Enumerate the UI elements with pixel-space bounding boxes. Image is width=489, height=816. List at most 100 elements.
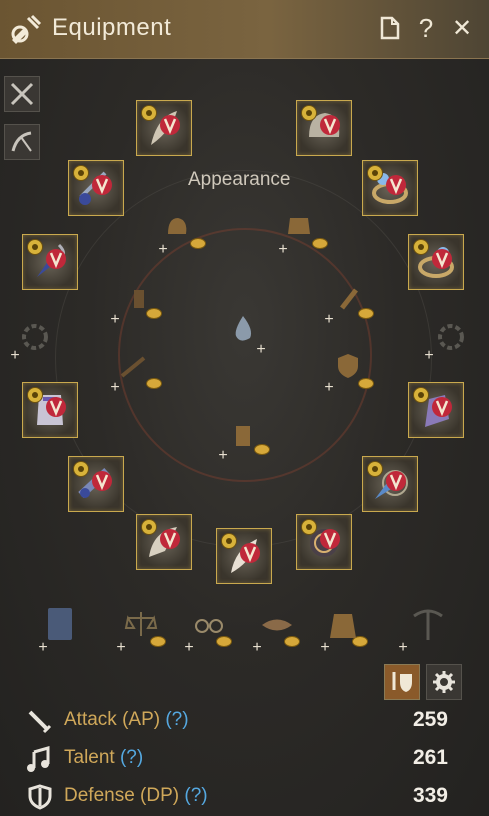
close-icon[interactable]: ✕ [448, 14, 476, 42]
sword-icon [28, 710, 52, 734]
equip-slot-gloves[interactable] [408, 382, 464, 438]
add-slot-plus[interactable]: + [108, 380, 122, 396]
add-slot-plus[interactable]: + [254, 342, 268, 358]
equip-slot-shoes[interactable] [296, 514, 352, 570]
outfit-icon[interactable] [328, 608, 358, 642]
crossed-swords-button[interactable] [4, 76, 40, 112]
v-badge [386, 175, 406, 195]
enhance-gem-icon [73, 461, 89, 477]
equip-slot-belt[interactable] [68, 456, 124, 512]
appearance-gloves-icon[interactable] [128, 286, 150, 312]
v-badge [386, 471, 406, 491]
music-note-icon [27, 746, 50, 772]
add-slot-plus[interactable]: + [108, 312, 122, 328]
book-icon[interactable] [44, 604, 76, 644]
coin-icon [146, 378, 162, 389]
v-badge [240, 543, 260, 563]
lips-icon[interactable] [260, 614, 294, 636]
v-badge [160, 529, 180, 549]
enhance-gem-icon [27, 239, 43, 255]
stat-value-attack: 259 [412, 708, 448, 731]
scale-icon[interactable] [124, 608, 158, 640]
coin-icon [146, 308, 162, 319]
v-badge [320, 529, 340, 549]
equip-slot-helmet[interactable] [296, 100, 352, 156]
coin-icon [190, 238, 206, 249]
appearance-body-icon[interactable] [230, 422, 256, 448]
gear-preset-button[interactable] [384, 664, 420, 700]
add-slot-plus[interactable]: + [114, 640, 128, 656]
enhance-gem-icon [141, 519, 157, 535]
v-badge [432, 397, 452, 417]
coin-icon [358, 308, 374, 319]
appearance-weapon-icon[interactable] [338, 286, 360, 312]
coin-icon [358, 378, 374, 389]
equip-slot-necklace[interactable] [68, 160, 124, 216]
appearance-shield-icon[interactable] [336, 352, 360, 380]
add-slot-plus[interactable]: + [322, 380, 336, 396]
appearance-armor-icon[interactable] [286, 214, 312, 238]
stat-row-talent: Talent (?) 261 [24, 742, 464, 776]
enhance-gem-icon [301, 519, 317, 535]
equip-slot-awakening-weapon[interactable] [216, 528, 272, 584]
stat-row-defense: Defense (DP) (?) 339 [24, 780, 464, 814]
alchemy-stone-slot-icon[interactable] [20, 322, 50, 352]
page-icon[interactable] [376, 14, 404, 42]
equip-slot-ring-far-right[interactable] [408, 234, 464, 290]
enhance-gem-icon [413, 387, 429, 403]
help-link[interactable]: (?) [184, 785, 207, 806]
equip-slot-sub-weapon[interactable] [136, 514, 192, 570]
stats-panel: Attack (AP) (?) 259 Talent (?) 261 Defen… [0, 700, 489, 816]
pickaxe-tool-icon[interactable] [410, 606, 446, 642]
v-badge [432, 249, 452, 269]
v-badge [46, 397, 66, 417]
coin-icon [284, 636, 300, 647]
help-icon[interactable]: ? [412, 13, 440, 43]
enhance-gem-icon [367, 461, 383, 477]
appearance-helmet-icon[interactable] [164, 214, 190, 240]
add-slot-plus[interactable]: + [156, 242, 170, 258]
window-title: Equipment [52, 14, 172, 41]
add-slot-plus[interactable]: + [396, 640, 410, 656]
add-slot-plus[interactable]: + [322, 312, 336, 328]
help-link[interactable]: (?) [165, 709, 188, 730]
appearance-sword-icon[interactable] [118, 354, 148, 380]
v-badge [320, 115, 340, 135]
v-badge [92, 175, 112, 195]
gear-icon [433, 671, 455, 693]
stat-label-attack: Attack (AP) (?) [64, 709, 189, 730]
add-slot-plus[interactable]: + [250, 640, 264, 656]
equip-slot-armor[interactable] [22, 382, 78, 438]
enhance-gem-icon [73, 165, 89, 181]
stat-row-attack: Attack (AP) (?) 259 [24, 704, 464, 738]
coin-icon [312, 238, 328, 249]
pickaxe-icon [11, 131, 32, 152]
handcuffs-icon[interactable] [194, 614, 224, 636]
equip-slot-main-weapon[interactable] [136, 100, 192, 156]
stat-label-defense: Defense (DP) (?) [64, 785, 208, 806]
help-link[interactable]: (?) [120, 747, 143, 768]
title-bar[interactable]: Equipment ? ✕ [0, 0, 489, 59]
shield-icon [28, 784, 52, 810]
equip-slot-ring-right[interactable] [362, 160, 418, 216]
pickaxe-button[interactable] [4, 124, 40, 160]
equipment-title-icon [11, 14, 42, 44]
add-slot-plus[interactable]: + [318, 640, 332, 656]
stat-label-talent: Talent (?) [64, 747, 144, 768]
coin-icon [254, 444, 270, 455]
add-slot-plus[interactable]: + [216, 448, 230, 464]
add-slot-plus[interactable]: + [182, 640, 196, 656]
add-slot-plus[interactable]: + [422, 348, 436, 364]
add-slot-plus[interactable]: + [276, 242, 290, 258]
settings-button[interactable] [426, 664, 462, 700]
crossed-swords-icon [10, 82, 34, 106]
coin-icon [216, 636, 232, 647]
appearance-label: Appearance [188, 169, 291, 190]
equip-slot-earring-left[interactable] [22, 234, 78, 290]
enhance-gem-icon [141, 105, 157, 121]
artifact-slot-icon[interactable] [436, 322, 466, 352]
equip-slot-earring-right[interactable] [362, 456, 418, 512]
stat-value-talent: 261 [412, 746, 448, 769]
sword-shield-icon [392, 672, 412, 692]
v-badge [160, 115, 180, 135]
